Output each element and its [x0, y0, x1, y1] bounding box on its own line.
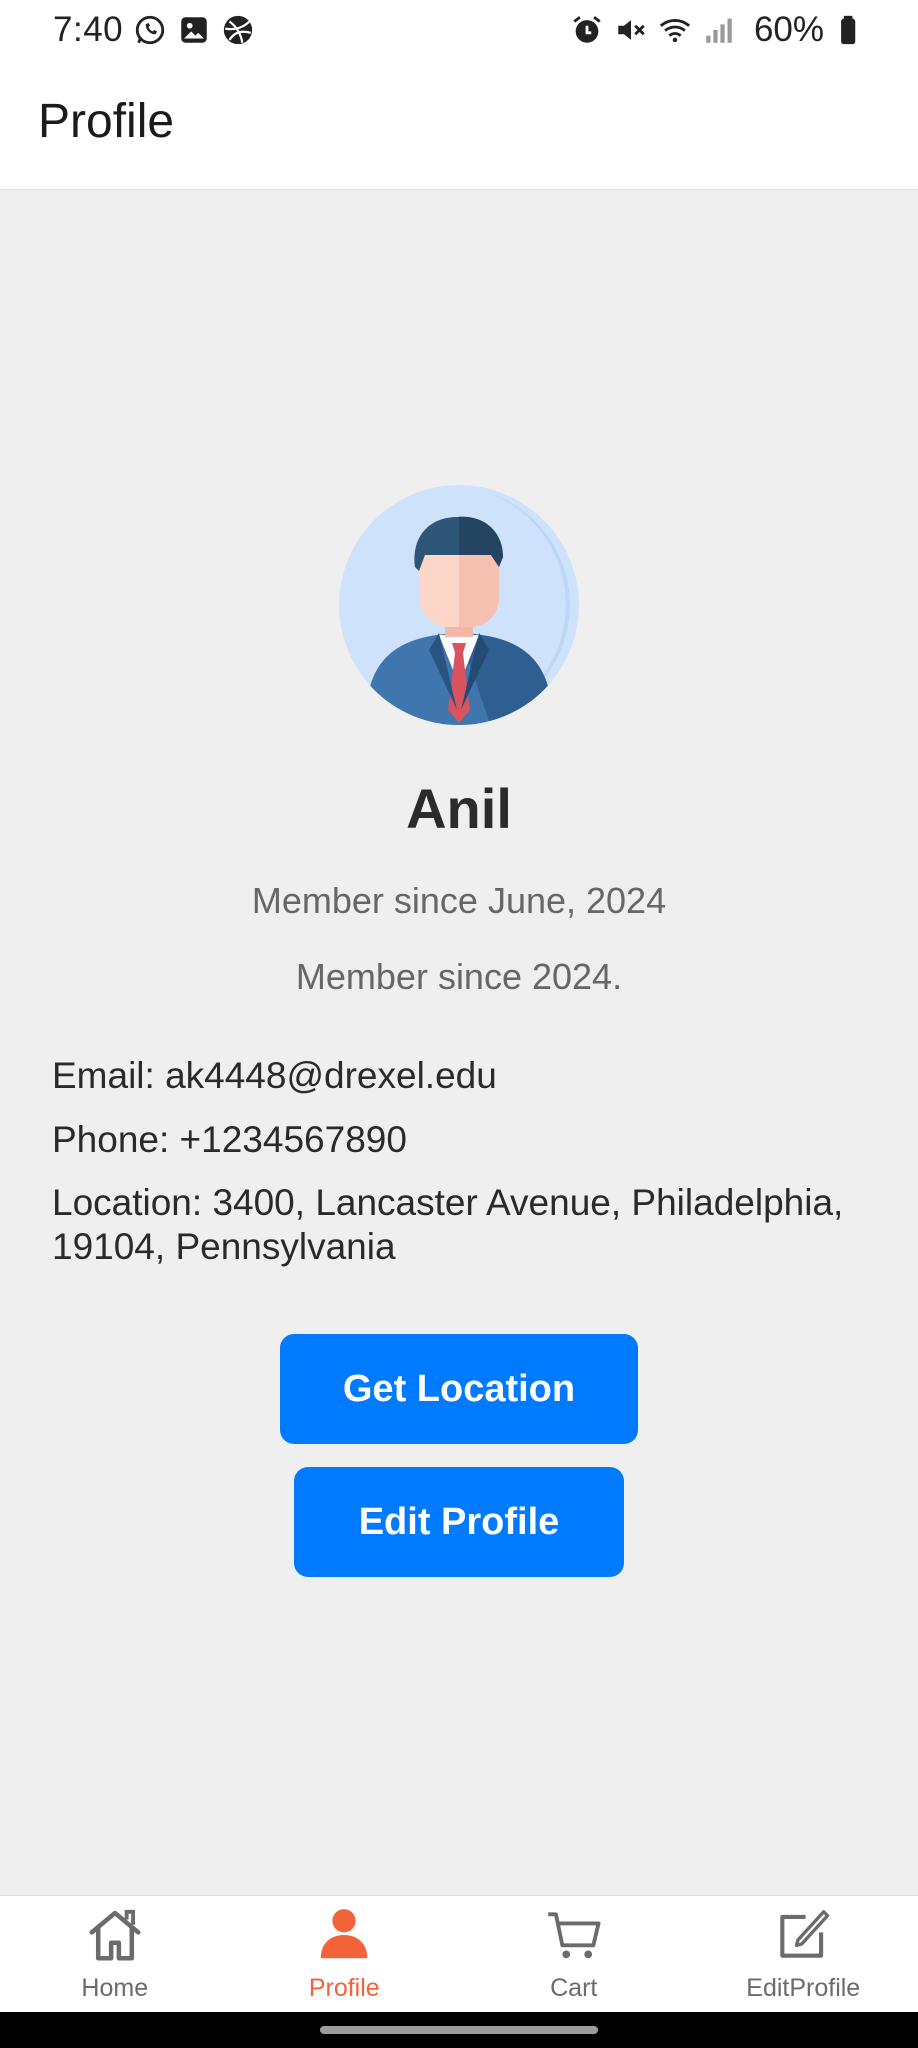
- gallery-icon: [177, 13, 211, 47]
- home-icon: [84, 1904, 146, 1966]
- status-right: 60%: [570, 10, 868, 50]
- tab-editprofile-label: EditProfile: [746, 1974, 861, 2002]
- battery-percentage: 60%: [753, 10, 824, 49]
- edit-icon: [772, 1904, 834, 1966]
- avatar: [339, 485, 579, 725]
- app-header: Profile: [0, 60, 918, 190]
- mute-icon: [614, 13, 648, 47]
- tab-home[interactable]: Home: [0, 1896, 230, 2012]
- page-title: Profile: [38, 95, 175, 148]
- phone-text: Phone: +1234567890: [52, 1119, 407, 1160]
- tab-cart[interactable]: Cart: [459, 1896, 689, 2012]
- get-location-button[interactable]: Get Location: [280, 1334, 638, 1444]
- person-icon: [313, 1904, 375, 1966]
- member-since-date: Member since June, 2024: [251, 880, 667, 921]
- bottom-tab-bar: Home Profile Cart EditProfile: [0, 1895, 918, 2012]
- alarm-icon: [570, 13, 604, 47]
- status-left: 7:40: [53, 10, 255, 50]
- member-since-year: Member since 2024.: [295, 956, 623, 997]
- profile-name: Anil: [406, 777, 512, 840]
- edit-profile-button[interactable]: Edit Profile: [294, 1467, 624, 1577]
- cart-icon: [543, 1904, 605, 1966]
- status-bar: 7:40 60%: [0, 0, 918, 60]
- home-indicator[interactable]: [320, 2026, 598, 2034]
- system-nav-bar: [0, 2012, 918, 2048]
- status-time: 7:40: [53, 10, 124, 49]
- email-text: Email: ak4448@drexel.edu: [52, 1055, 497, 1096]
- battery-icon: [834, 13, 868, 47]
- tab-profile-label: Profile: [308, 1974, 380, 2002]
- tab-home-label: Home: [81, 1974, 149, 2002]
- dribbble-icon: [221, 13, 255, 47]
- location-text: Location: 3400, Lancaster Avenue, Philad…: [52, 1182, 844, 1267]
- tab-profile[interactable]: Profile: [230, 1896, 460, 2012]
- tab-editprofile[interactable]: EditProfile: [689, 1896, 918, 2012]
- businessman-avatar-icon: [339, 485, 579, 725]
- signal-icon: [702, 13, 736, 47]
- whatsapp-icon: [133, 13, 167, 47]
- tab-cart-label: Cart: [550, 1974, 598, 2002]
- profile-content: Anil Member since June, 2024 Member sinc…: [0, 190, 918, 1895]
- wifi-icon: [658, 13, 692, 47]
